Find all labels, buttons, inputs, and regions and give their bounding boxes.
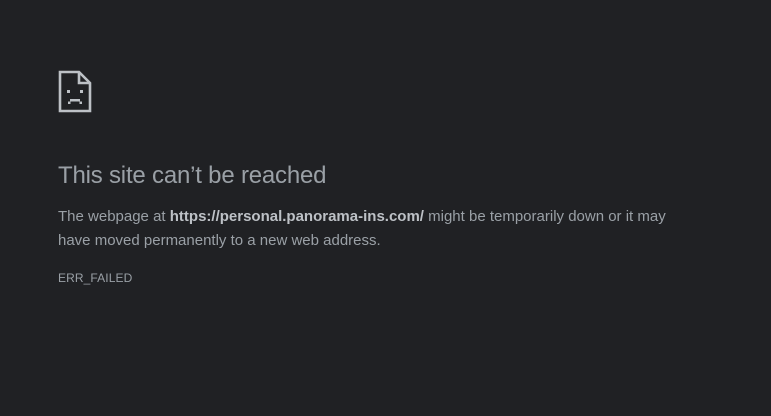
error-description: The webpage at https://personal.panorama…	[58, 205, 698, 253]
error-page: This site can’t be reached The webpage a…	[58, 70, 738, 286]
error-code: ERR_FAILED	[58, 271, 133, 285]
sad-page-icon	[58, 70, 738, 113]
failed-url: https://personal.panorama-ins.com/	[169, 208, 424, 225]
description-prefix: The webpage at	[58, 208, 170, 225]
page-title: This site can’t be reached	[58, 162, 327, 189]
